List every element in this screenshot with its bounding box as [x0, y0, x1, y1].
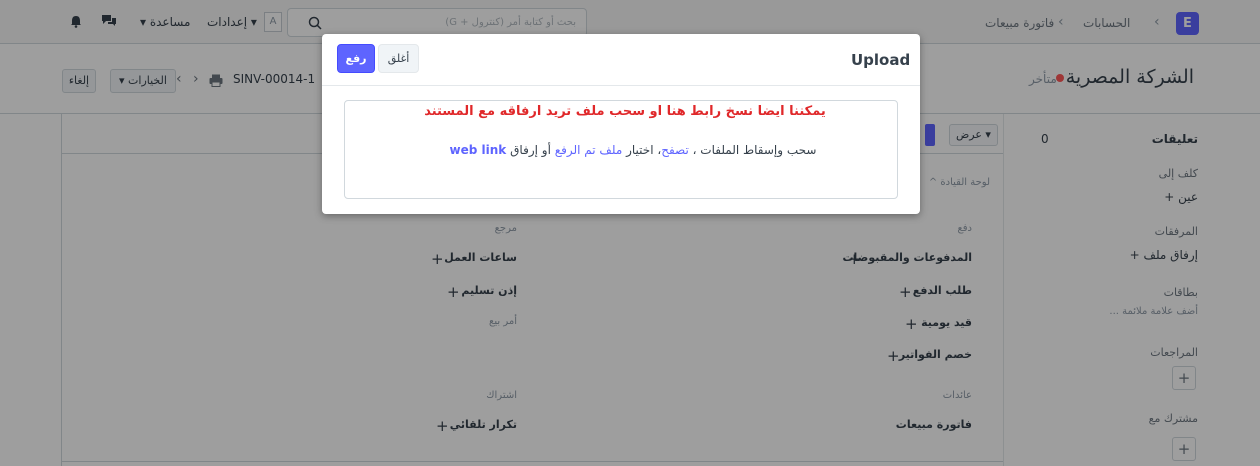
uploaded-file-link[interactable]: ملف تم الرفع [555, 143, 623, 157]
annotation-note: يمكننا ايضا نسخ رابط هنا او سحب ملف تريد… [424, 104, 826, 119]
dialog-header: رفع أغلق Upload [322, 34, 920, 86]
or-attach-text: أو إرفاق [510, 143, 551, 157]
close-button[interactable]: أغلق [378, 44, 419, 73]
web-link[interactable]: web link [450, 143, 507, 157]
browse-link[interactable]: تصفح [661, 143, 689, 157]
dialog-title: Upload [851, 51, 911, 69]
choose-text: ، اختيار [626, 143, 662, 157]
drop-text: سحب وإسقاط الملفات ، [692, 143, 817, 157]
upload-button[interactable]: رفع [337, 44, 375, 73]
upload-dialog: رفع أغلق Upload يمكننا ايضا نسخ رابط هنا… [322, 34, 920, 214]
drop-instructions: سحب وإسقاط الملفات ، تصفح، اختيار ملف تم… [443, 143, 823, 157]
file-drop-zone[interactable]: يمكننا ايضا نسخ رابط هنا او سحب ملف تريد… [344, 100, 898, 199]
